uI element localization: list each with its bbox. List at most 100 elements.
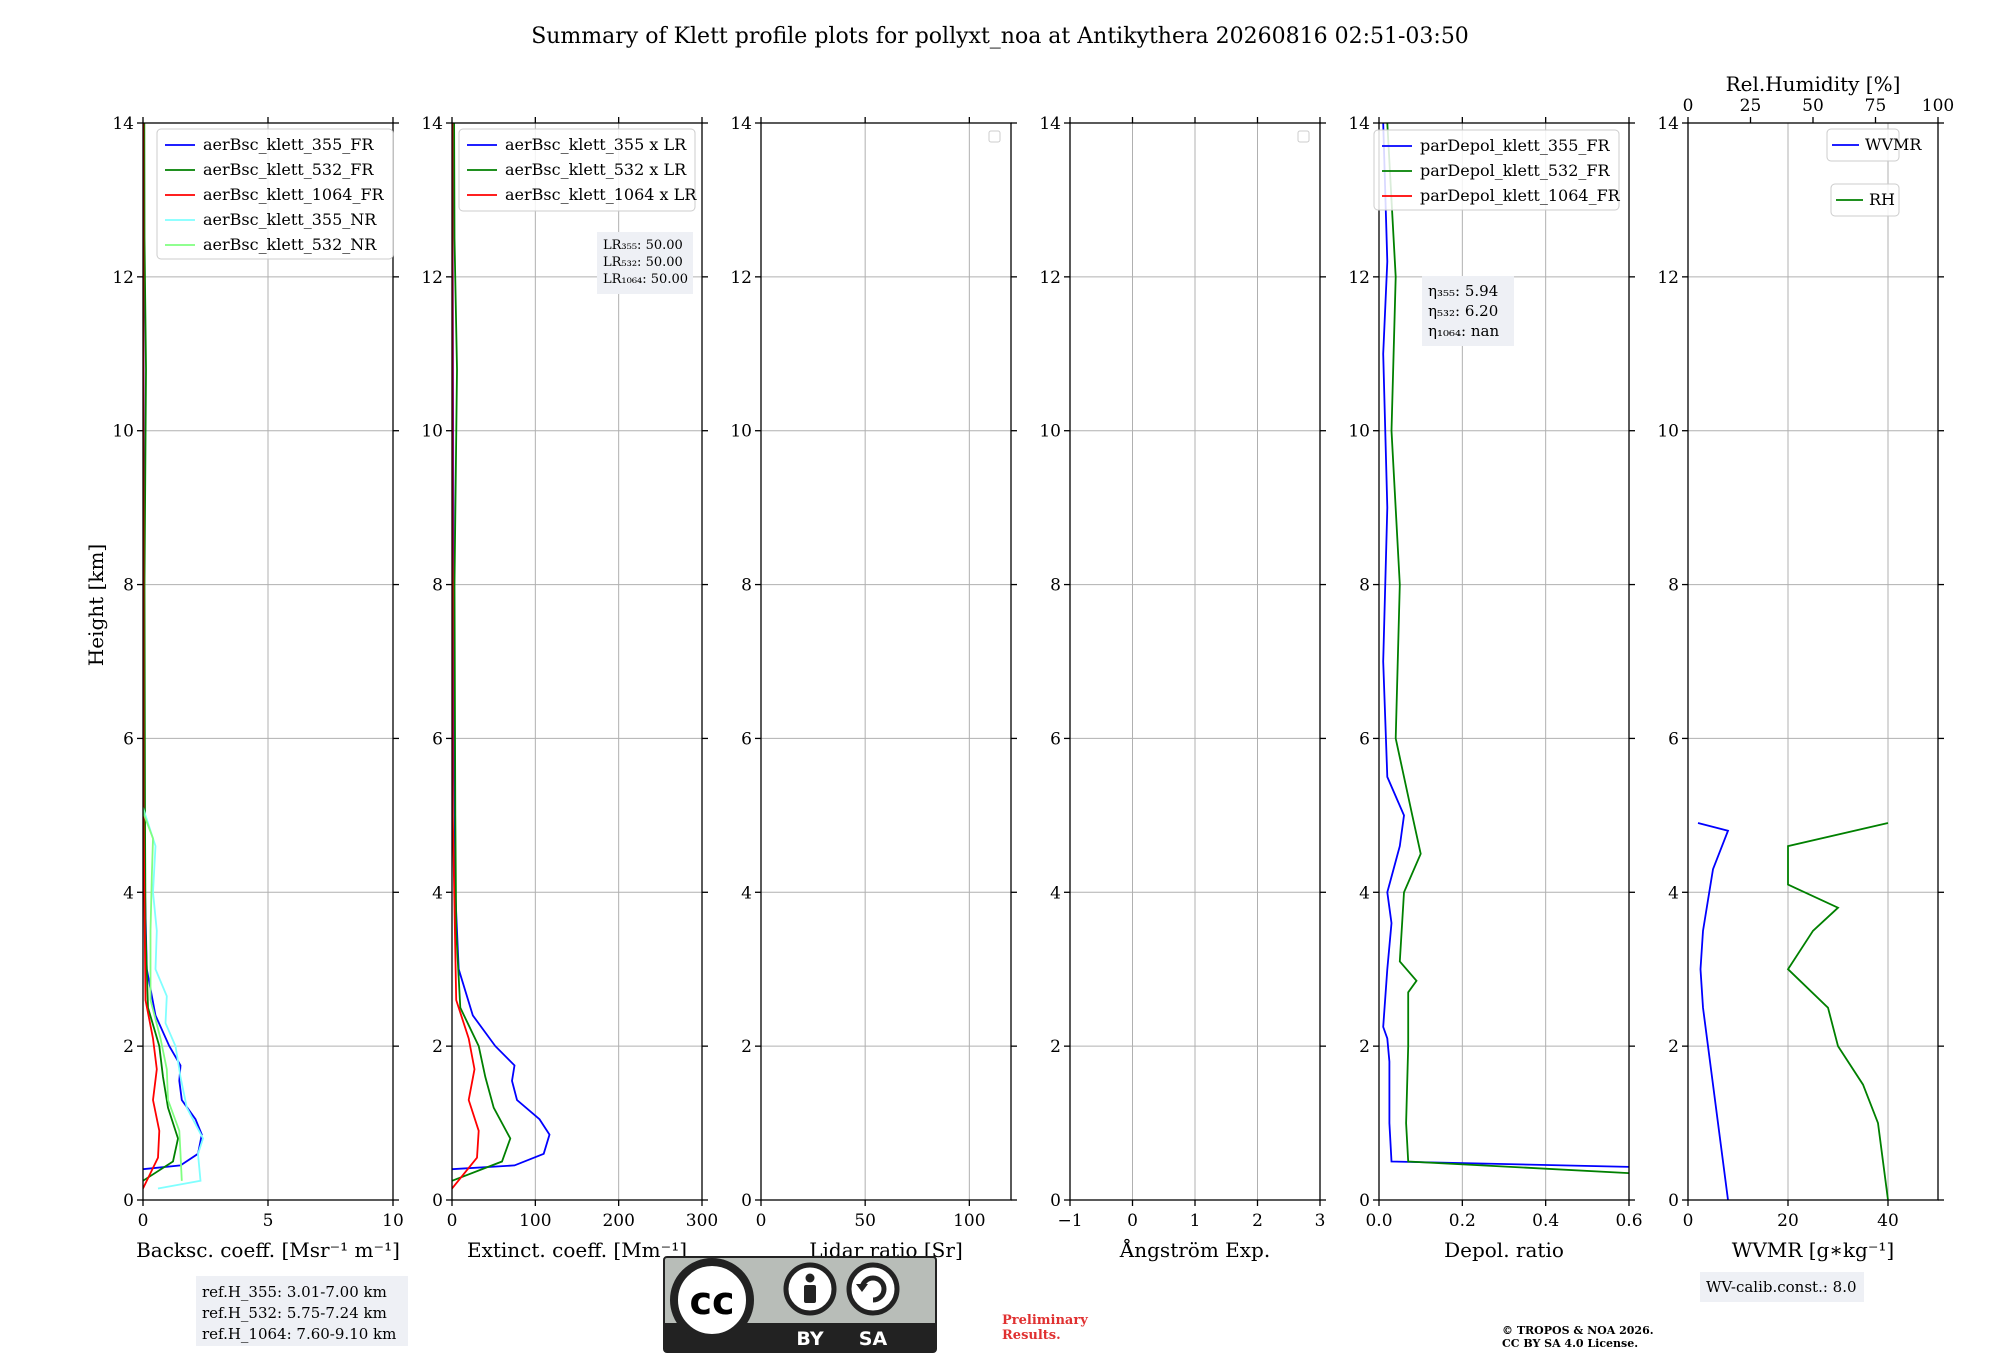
y-tick-label: 6 [1359,729,1370,749]
empty-legend-marker [988,130,1001,143]
y-tick-label: 0 [1668,1191,1679,1211]
top-x-tick-label: 100 [1922,96,1954,116]
y-tick-label: 2 [741,1037,752,1057]
legend-entry: parDepol_klett_355_FR [1420,136,1611,155]
lidar-ratio-box: LR₃₅₅: 50.00 LR₅₃₂: 50.00 LR₁₀₆₄: 50.00 [597,232,693,294]
y-tick-label: 4 [741,883,752,903]
legend-entry: aerBsc_klett_1064 x LR [505,185,697,204]
legend-extinction: aerBsc_klett_355 x LR aerBsc_klett_532 x … [458,128,697,212]
x-tick-label: 2 [1252,1211,1263,1231]
x-tick-label: 20 [1777,1211,1799,1231]
x-tick-label: 0 [1683,1211,1694,1231]
eta-1064-value: η₁₀₆₄: nan [1428,322,1499,340]
y-tick-label: 6 [741,729,752,749]
preliminary-line-2: Results. [1002,1328,1061,1343]
x-tick-label: 0.0 [1365,1211,1392,1231]
y-axis-label: Height [km] [84,544,108,666]
eta-532-value: η₅₃₂: 6.20 [1428,302,1498,320]
legend-entry: aerBsc_klett_532 x LR [505,160,687,179]
lr-1064-value: LR₁₀₆₄: 50.00 [603,272,688,287]
y-tick-label: 12 [1348,268,1370,288]
x-tick-label: 0.6 [1615,1211,1642,1231]
top-x-tick-label: 0 [1683,96,1694,116]
y-tick-label: 8 [1359,576,1370,596]
eta-355-value: η₃₅₅: 5.94 [1428,282,1498,300]
y-tick-label: 12 [1039,268,1061,288]
legend-entry: aerBsc_klett_355 x LR [505,135,687,154]
y-tick-label: 14 [1657,114,1679,134]
sa-label: SA [859,1328,888,1350]
y-tick-label: 2 [1359,1037,1370,1057]
axes-frame [760,122,1012,1201]
y-tick-label: 4 [1668,883,1679,903]
series-line-aerBsc_klett_355_FR [143,123,203,1171]
x-tick-label: 50 [854,1211,876,1231]
empty-legend-marker [1297,130,1310,143]
y-tick-label: 8 [1668,576,1679,596]
y-tick-label: 0 [1359,1191,1370,1211]
x-axis-label: Depol. ratio [1444,1238,1564,1262]
legend-entry: aerBsc_klett_355_NR [203,210,377,229]
x-axis-label: WVMR [g∗kg⁻¹] [1732,1238,1894,1262]
x-tick-label: 0.2 [1449,1211,1476,1231]
x-tick-label: −1 [1057,1211,1082,1231]
x-tick-label: 200 [602,1211,634,1231]
top-x-tick-label: 50 [1802,96,1824,116]
y-tick-label: 2 [123,1037,134,1057]
x-tick-label: 5 [263,1211,274,1231]
y-tick-label: 4 [432,883,443,903]
legend-depol: parDepol_klett_355_FR parDepol_klett_532_… [1373,129,1621,211]
y-tick-label: 10 [112,422,134,442]
x-axis-label: Ångström Exp. [1119,1237,1270,1262]
legend-entry: WVMR [1865,135,1922,154]
legend-entry: aerBsc_klett_355_FR [203,135,374,154]
y-tick-label: 14 [1039,114,1061,134]
y-tick-label: 4 [123,883,134,903]
series-line-RH [1786,822,1889,1200]
axes-frame [1687,122,1939,1201]
legend-entry: parDepol_klett_532_FR [1420,161,1611,180]
chart-panels: 024681012140 5 10Backsc. coeff. [Msr⁻¹ m⁻¹… [112,72,1954,1262]
y-tick-label: 12 [421,268,443,288]
cc-license-badge: cc BY SA [663,1256,937,1353]
x-tick-label: 1 [1190,1211,1201,1231]
cc-icon-text: cc [689,1279,734,1323]
figure-title: Summary of Klett profile plots for polly… [531,24,1469,49]
x-tick-label: 10 [382,1211,404,1231]
plot-area-backscatter [143,123,204,1190]
y-tick-label: 8 [741,576,752,596]
x-tick-label: 0 [138,1211,149,1231]
y-tick-label: 10 [1039,422,1061,442]
x-tick-label: 0 [447,1211,458,1231]
top-x-tick-label: 25 [1740,96,1762,116]
x-tick-label: 100 [519,1211,551,1231]
series-line-aerBsc_klett_532 x LR [452,123,512,1182]
copyright-line-2: CC BY SA 4.0 License. [1502,1337,1638,1350]
x-axis-label: Extinct. coeff. [Mm⁻¹] [467,1238,687,1262]
y-tick-label: 2 [432,1037,443,1057]
y-tick-label: 8 [123,576,134,596]
top-x-tick-label: 75 [1865,96,1887,116]
legend-WVMR: WVMR [1826,128,1922,162]
sa-share-alike-icon [846,1262,900,1316]
y-tick-label: 2 [1050,1037,1061,1057]
y-tick-label: 0 [432,1191,443,1211]
legend-entry: parDepol_klett_1064_FR [1420,186,1621,205]
y-tick-label: 14 [421,114,443,134]
ref-height-1064: ref.H_1064: 7.60-9.10 km [202,1325,396,1343]
y-tick-label: 14 [1348,114,1370,134]
wv-calibration-value: WV-calib.const.: 8.0 [1706,1278,1857,1296]
y-tick-label: 6 [1668,729,1679,749]
y-tick-label: 14 [730,114,752,134]
y-tick-label: 12 [1657,268,1679,288]
legend-entry: aerBsc_klett_532_NR [203,235,377,254]
y-tick-label: 12 [112,268,134,288]
legend-backscatter: aerBsc_klett_355_FR aerBsc_klett_532_FRae… [156,128,394,260]
y-tick-label: 12 [730,268,752,288]
legend-entry: RH [1869,190,1895,209]
ref-height-355: ref.H_355: 3.01-7.00 km [202,1283,387,1301]
by-label: BY [796,1328,823,1350]
x-tick-label: 100 [953,1211,985,1231]
x-tick-label: 40 [1877,1211,1899,1231]
ref-height-532: ref.H_532: 5.75-7.24 km [202,1304,387,1322]
